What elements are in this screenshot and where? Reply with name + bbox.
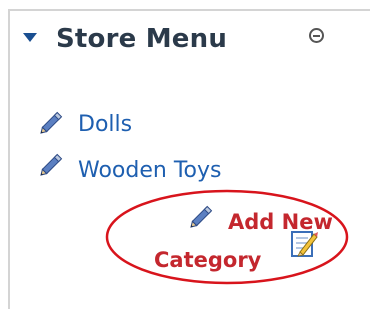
pencil-icon[interactable] <box>38 148 68 178</box>
circle-minus-icon[interactable] <box>309 28 324 43</box>
pencil-icon[interactable] <box>38 106 68 136</box>
panel-title: Store Menu <box>56 24 228 54</box>
menu-item-label[interactable]: Dolls <box>78 112 132 137</box>
triangle-down-icon[interactable] <box>23 33 37 42</box>
menu-item-label[interactable]: Wooden Toys <box>78 158 221 183</box>
panel-header: Store Menu <box>0 0 370 80</box>
pencil-icon[interactable] <box>188 200 218 230</box>
notepad-pencil-icon[interactable] <box>290 228 318 258</box>
category-label[interactable]: Category <box>154 248 261 272</box>
